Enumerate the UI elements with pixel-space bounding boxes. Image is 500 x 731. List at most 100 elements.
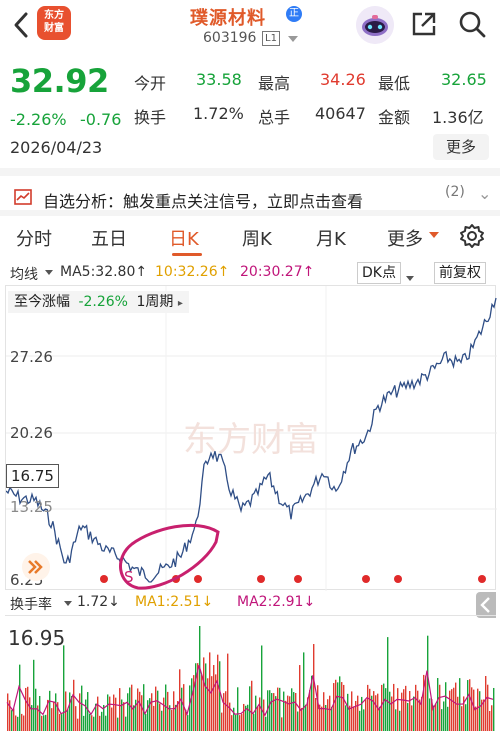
caret-down-icon[interactable] [406, 276, 414, 281]
kline-chart[interactable]: 东方财富 S [5, 285, 497, 591]
volume-bar [283, 691, 285, 731]
top-bar: 东方 财富 璞源材料 正 603196 L1 [0, 0, 500, 52]
volume-bar [427, 635, 429, 731]
tab-monthly-k[interactable]: 月K [316, 225, 346, 251]
volume-bar [163, 697, 165, 731]
volume-bar [411, 705, 413, 731]
volume-bar [171, 709, 173, 731]
volume-bar [33, 659, 35, 731]
tab-five-day[interactable]: 五日 [91, 225, 127, 251]
volume-bar [139, 691, 141, 731]
assistant-avatar-icon[interactable] [356, 6, 394, 44]
volume-bar [271, 693, 273, 731]
volume-bar [449, 690, 451, 731]
volume-bar [25, 687, 27, 731]
volume-bar [51, 708, 53, 731]
volume-bar [79, 693, 81, 731]
volume-bar [397, 688, 399, 731]
volume-bar [97, 696, 99, 731]
chevron-down-icon[interactable] [288, 36, 298, 42]
volume-bar [435, 703, 437, 731]
volume-bar [83, 715, 85, 731]
volume-bar [287, 695, 289, 731]
tab-weekly-k[interactable]: 周K [242, 225, 272, 251]
volume-bar [75, 706, 77, 731]
volume-bar [159, 703, 161, 731]
open-value: 33.58 [196, 70, 242, 89]
fast-forward-icon[interactable] [22, 553, 50, 581]
volume-bar [243, 703, 245, 731]
volume-bar [165, 684, 167, 731]
volume-bar [113, 694, 115, 731]
volume-ma1: MA1:2.51↓ [135, 594, 214, 610]
volume-bar [7, 693, 9, 731]
volume-indicator-selector[interactable]: 换手率 [10, 594, 52, 614]
volume-bar [351, 691, 353, 731]
volume-label: 总手 [258, 108, 291, 127]
volume-bar [477, 688, 479, 731]
stock-code[interactable]: 603196 [203, 30, 256, 46]
volume-bar [55, 693, 57, 731]
volume-bar [473, 689, 475, 731]
turnover-label: 换手 [134, 108, 167, 127]
caret-down-icon[interactable] [45, 270, 53, 275]
volume-bar [85, 699, 87, 731]
signal-count[interactable]: (2) [445, 184, 465, 200]
volume-bar [205, 663, 207, 731]
signal-message[interactable]: 自选分析：触发重点关注信号，立即点击查看 [43, 188, 363, 212]
app-logo[interactable]: 东方 财富 [37, 6, 71, 40]
volume-bar [239, 715, 241, 731]
volume-bar [313, 644, 315, 731]
volume-bar [29, 697, 31, 731]
volume-bar [389, 691, 391, 731]
caret-down-icon[interactable] [64, 601, 72, 606]
turnover-value: 1.72% [193, 104, 244, 123]
search-icon[interactable] [457, 9, 487, 39]
amount-label: 金额 [378, 108, 411, 127]
volume-bar [445, 682, 447, 731]
volume-ma2: MA2:2.91↓ [237, 594, 316, 610]
divider [0, 210, 500, 216]
volume-bar [207, 678, 209, 731]
caret-down-icon[interactable] [429, 232, 439, 238]
volume-bar [407, 702, 409, 731]
volume-bar [301, 707, 303, 731]
volume-bar [485, 676, 487, 731]
volume-bar [153, 705, 155, 731]
chevron-down-icon[interactable]: ⌄ [478, 184, 491, 203]
volume-bar [11, 710, 13, 731]
volume-bar [67, 709, 69, 731]
volume-bar [353, 706, 355, 731]
volume-bar [453, 687, 455, 731]
volume-bar [377, 693, 379, 731]
dk-point-button[interactable]: DK点 [357, 262, 401, 284]
high-value: 34.26 [320, 70, 366, 89]
adjust-price-button[interactable]: 前复权 [434, 262, 486, 284]
chevron-right-icon: ▸ [177, 298, 183, 309]
volume-bar [383, 683, 385, 731]
signal-dot [478, 575, 486, 583]
annotation-s: S [124, 568, 134, 586]
more-quote-button[interactable]: 更多 [433, 134, 489, 160]
volume-bar [457, 696, 459, 731]
tab-daily-k[interactable]: 日K [169, 225, 199, 251]
volume-bar [345, 705, 347, 731]
volume-bar [233, 707, 235, 731]
gear-icon[interactable] [459, 223, 485, 249]
indicator-selector[interactable]: 均线 [10, 264, 38, 284]
volume-bar [125, 716, 127, 731]
volume-bar [339, 676, 341, 731]
period-gain[interactable]: 至今涨幅 -2.26% 1周期 ▸ [8, 291, 189, 313]
signal-dot [294, 575, 302, 583]
volume-bar [405, 685, 407, 731]
volume-bar [107, 694, 109, 731]
tab-intraday[interactable]: 分时 [16, 225, 52, 251]
volume-bar [249, 686, 251, 731]
volume-chart[interactable] [5, 615, 496, 731]
low-value: 32.65 [441, 70, 487, 89]
volume-bar [363, 709, 365, 731]
tab-more[interactable]: 更多 [387, 225, 423, 251]
back-arrow-icon[interactable] [10, 10, 34, 40]
volume-bar [43, 715, 45, 731]
share-icon[interactable] [410, 10, 438, 38]
